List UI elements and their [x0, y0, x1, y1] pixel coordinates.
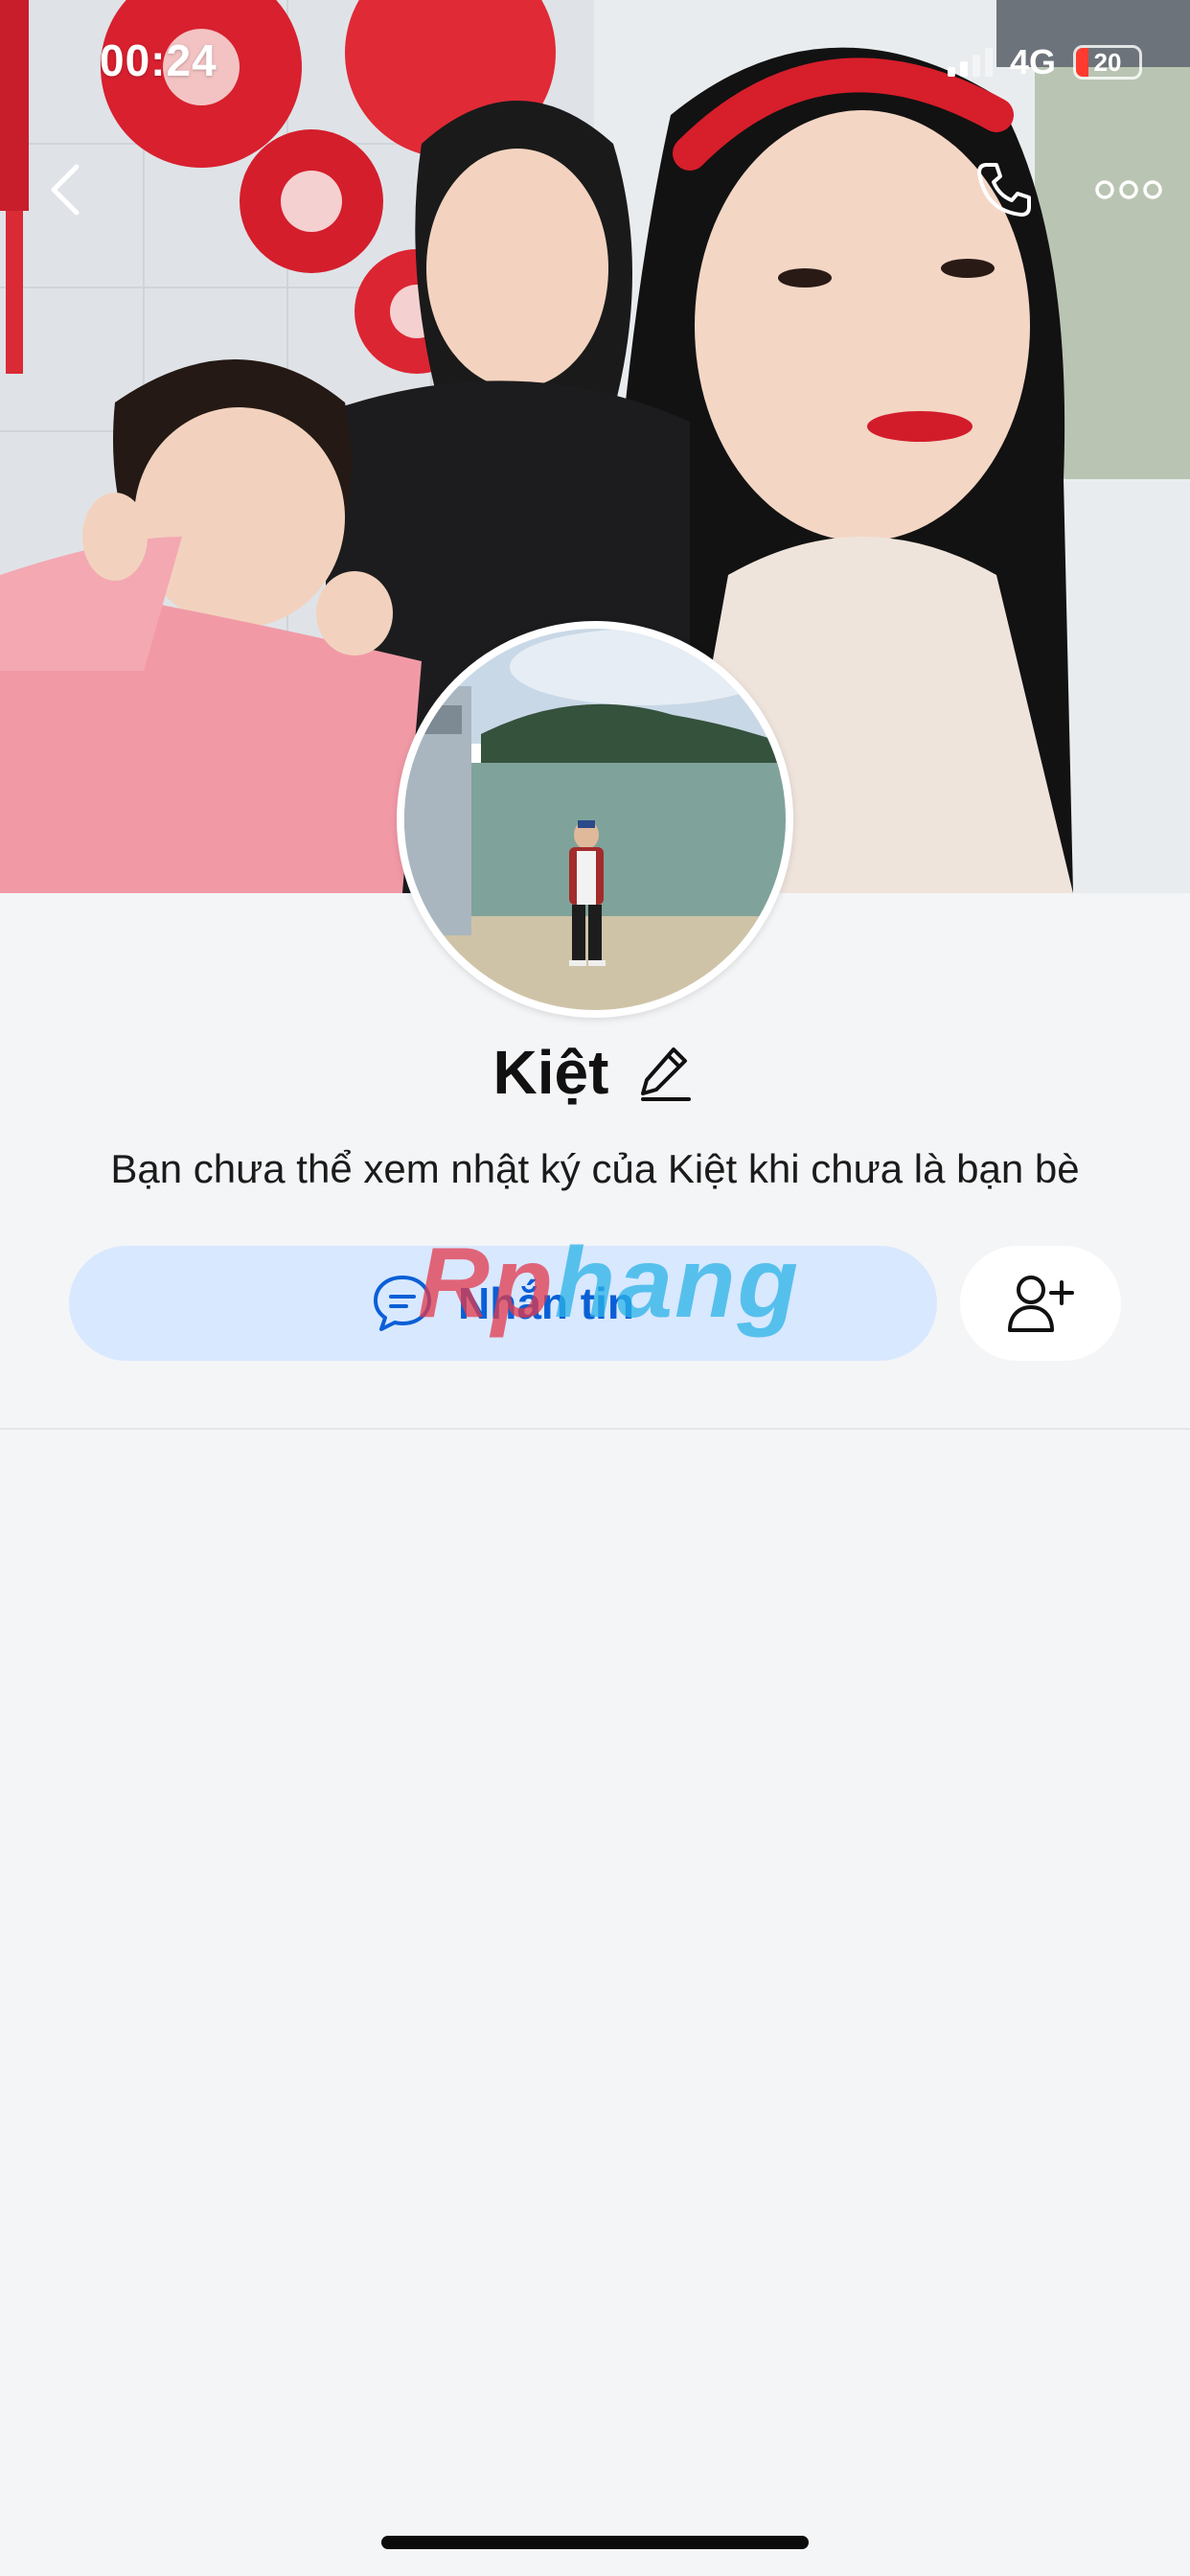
edit-name-button[interactable] — [635, 1042, 697, 1103]
privacy-notice: Bạn chưa thể xem nhật ký của Kiệt khi ch… — [110, 1146, 1080, 1191]
avatar-photo — [404, 629, 786, 1010]
more-options-icon — [1095, 180, 1162, 199]
more-options-button[interactable] — [1090, 163, 1167, 217]
battery-icon: 20 — [1073, 45, 1142, 80]
profile-screen: 00:24 4G 20 Kiệt Bạn chưa thể xem nhật k… — [0, 0, 1190, 2576]
message-button[interactable]: Nhắn tin — [69, 1246, 937, 1361]
pencil-icon — [641, 1047, 692, 1101]
add-friend-button[interactable] — [960, 1246, 1121, 1361]
chevron-left-icon — [51, 164, 80, 216]
call-button[interactable] — [968, 153, 1041, 226]
avatar[interactable] — [397, 621, 793, 1018]
message-button-label: Nhắn tin — [458, 1278, 634, 1328]
chat-bubble-icon — [374, 1276, 431, 1331]
avatar-image — [404, 629, 786, 1010]
phone-icon — [977, 163, 1031, 217]
network-type: 4G — [1009, 42, 1056, 81]
section-divider — [0, 1428, 1190, 1430]
profile-name: Kiệt — [492, 1038, 609, 1107]
profile-name-row: Kiệt — [0, 1037, 1190, 1108]
add-friend-icon — [1008, 1276, 1074, 1332]
back-button[interactable] — [34, 153, 96, 226]
home-indicator[interactable] — [381, 2536, 809, 2549]
cellular-signal-icon — [947, 48, 993, 77]
status-indicators: 4G 20 — [947, 42, 1142, 82]
battery-percentage: 20 — [1093, 48, 1122, 77]
status-time: 00:24 — [100, 35, 217, 85]
